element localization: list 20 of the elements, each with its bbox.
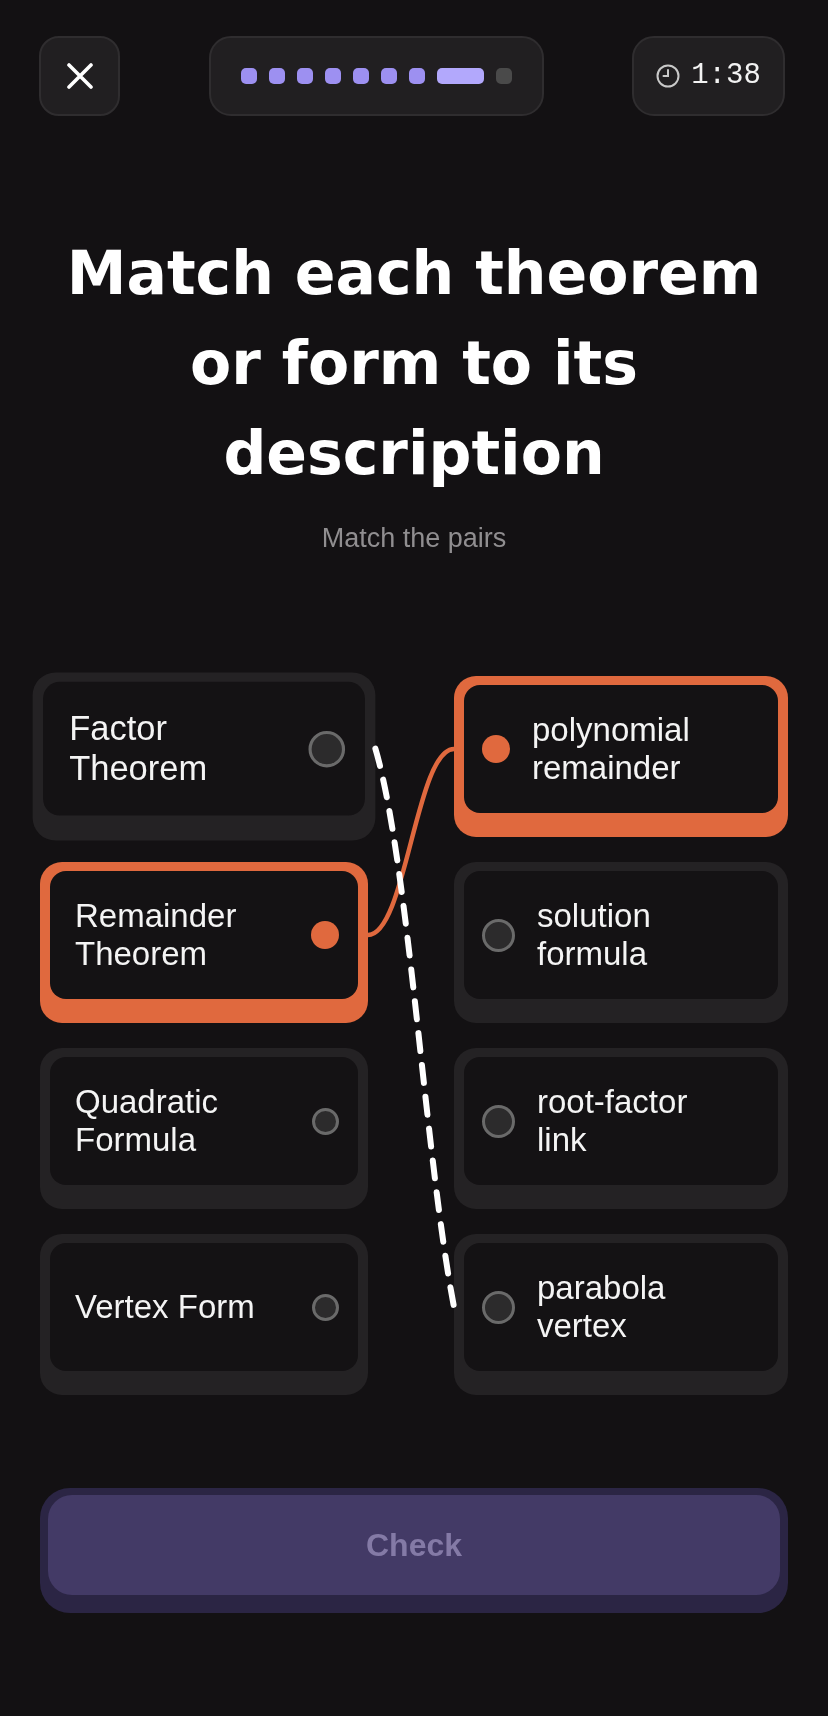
close-button[interactable] bbox=[39, 36, 120, 116]
clock-icon bbox=[656, 64, 681, 88]
radio-icon bbox=[482, 918, 515, 952]
term-card[interactable]: Quadratic Formula bbox=[40, 1048, 368, 1209]
timer-text: 1:38 bbox=[691, 59, 761, 93]
description-card[interactable]: parabola vertex bbox=[454, 1234, 788, 1395]
description-card[interactable]: root-factor link bbox=[454, 1048, 788, 1209]
term-card[interactable]: Remainder Theorem bbox=[40, 862, 368, 1023]
close-icon bbox=[66, 63, 93, 89]
instruction-text: Match the pairs bbox=[320, 522, 508, 554]
description-card[interactable]: solution formula bbox=[454, 862, 788, 1023]
radio-icon bbox=[482, 1290, 515, 1324]
radio-icon bbox=[482, 1104, 515, 1138]
radio-icon bbox=[312, 1293, 339, 1321]
term-card[interactable]: Factor Theorem bbox=[32, 672, 376, 841]
term-card[interactable]: Vertex Form bbox=[40, 1234, 368, 1395]
question-title: Match each theorem or form to its description bbox=[65, 237, 763, 490]
description-card[interactable]: polynomial remainder bbox=[454, 676, 788, 837]
radio-icon bbox=[312, 1107, 339, 1135]
radio-icon bbox=[308, 730, 346, 767]
